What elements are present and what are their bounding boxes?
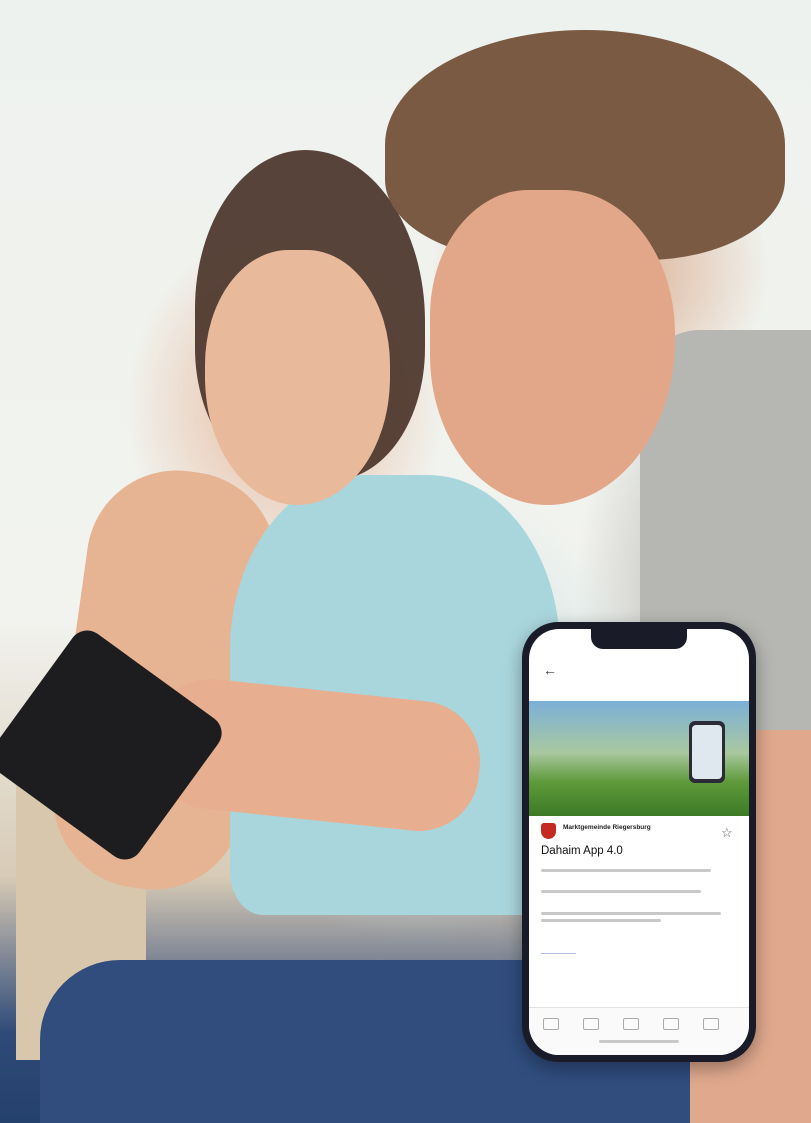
text-line <box>541 912 721 915</box>
back-arrow-icon[interactable]: ← <box>543 662 557 678</box>
home-indicator <box>599 1040 679 1043</box>
post-title: Dahaim App 4.0 <box>541 845 623 857</box>
hero-banner <box>529 701 749 816</box>
text-line <box>541 919 661 922</box>
phone-screen: ← Marktgemeinde Riegersburg ☆ Dahaim App… <box>529 629 749 1055</box>
smartphone: ← Marktgemeinde Riegersburg ☆ Dahaim App… <box>522 622 756 1062</box>
post-link[interactable]: ——————— <box>541 951 576 957</box>
text-line <box>541 890 701 893</box>
crest-icon <box>541 823 556 839</box>
woman-face <box>205 250 390 505</box>
mini-phone-graphic <box>689 721 725 783</box>
man-face <box>430 190 675 505</box>
text-line <box>541 869 711 872</box>
star-icon[interactable]: ☆ <box>721 825 733 841</box>
nav-item-icon[interactable] <box>663 1018 679 1030</box>
org-name: Marktgemeinde Riegersburg <box>563 824 651 831</box>
bottom-nav <box>529 1007 749 1055</box>
home-icon[interactable] <box>543 1018 559 1030</box>
nav-item-icon[interactable] <box>583 1018 599 1030</box>
nav-item-icon[interactable] <box>703 1018 719 1030</box>
phone-notch <box>591 629 687 649</box>
nav-item-icon[interactable] <box>623 1018 639 1030</box>
